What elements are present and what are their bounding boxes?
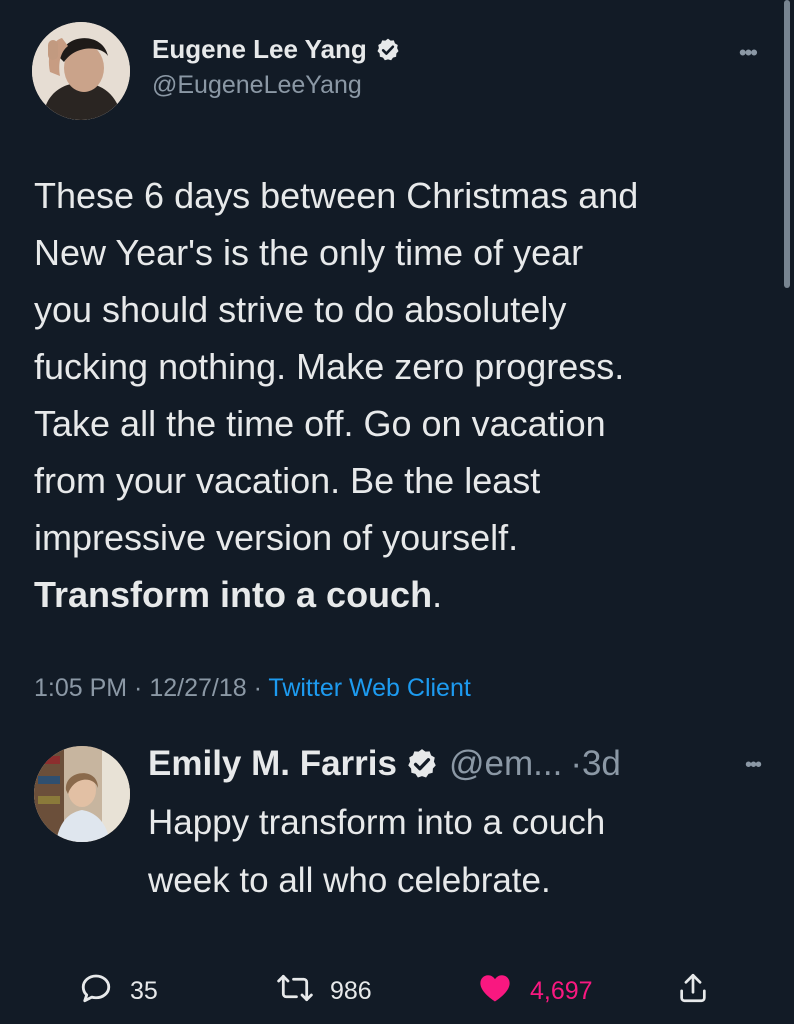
author-name-row[interactable]: Eugene Lee Yang [152,34,401,65]
reply-count: 35 [130,977,158,1005]
tweet-line: New Year's is the only time of year [34,232,584,273]
tweet-line: from your vacation. Be the least [34,460,541,501]
author-name[interactable]: Eugene Lee Yang [152,34,367,65]
retweet-count: 986 [330,977,372,1005]
tweet-text: These 6 days between Christmas and New Y… [34,167,764,623]
verified-badge-icon [375,37,401,63]
quote-more-icon[interactable]: ••• [745,754,762,777]
quote-line: Happy transform into a couch [148,803,606,842]
tweet-line: you should strive to do absolutely [34,289,567,330]
quote-text: Happy transform into a couch week to all… [148,794,748,910]
author-handle[interactable]: @EugeneLeeYang [152,71,401,100]
tweet-line: These 6 days between Christmas and [34,175,639,216]
tweet-meta: 1:05 PM · 12/27/18 · Twitter Web Client [34,674,471,703]
share-icon [676,970,710,1013]
tweet-line: fucking nothing. Make zero progress. [34,346,625,387]
quote-avatar[interactable] [34,746,130,842]
quote-author-handle[interactable]: @em... [449,744,562,784]
avatar[interactable] [32,22,130,120]
quote-line: week to all who celebrate. [148,861,551,900]
reply-button[interactable]: 35 [78,970,158,1013]
tweet-date[interactable]: 12/27/18 [149,674,246,702]
bold-suffix: . [432,574,443,615]
reply-icon [78,970,114,1013]
quote-header: Emily M. Farris @em... ·3d [148,744,621,784]
retweet-icon [276,970,314,1013]
tweet-header: Eugene Lee Yang @EugeneLeeYang ••• [32,22,762,122]
tweet-line: impressive version of yourself. [34,517,519,558]
more-horizontal-icon[interactable]: ••• [739,40,758,66]
meta-separator: · [246,674,269,702]
like-count: 4,697 [530,977,593,1005]
author-block: Eugene Lee Yang @EugeneLeeYang [152,34,401,100]
like-button[interactable]: 4,697 [476,970,593,1013]
quote-author-name[interactable]: Emily M. Farris [148,744,397,784]
tweet-client-link[interactable]: Twitter Web Client [268,674,470,702]
retweet-button[interactable]: 986 [276,970,372,1013]
verified-badge-icon [405,747,439,781]
quoted-tweet[interactable]: Emily M. Farris @em... ·3d ••• Happy tra… [32,740,762,910]
heart-icon [476,970,514,1013]
meta-separator: · [127,674,150,702]
share-button[interactable] [676,970,710,1013]
scrollbar[interactable] [784,0,790,288]
tweet-line: Take all the time off. Go on vacation [34,403,606,444]
quote-time: ·3d [570,744,621,783]
tweet-time[interactable]: 1:05 PM [34,674,127,702]
bold-phrase: Transform into a couch [34,574,433,615]
tweet-line-bold: Transform into a couch. [34,566,764,623]
action-bar: 35 986 4,697 [0,970,794,1020]
